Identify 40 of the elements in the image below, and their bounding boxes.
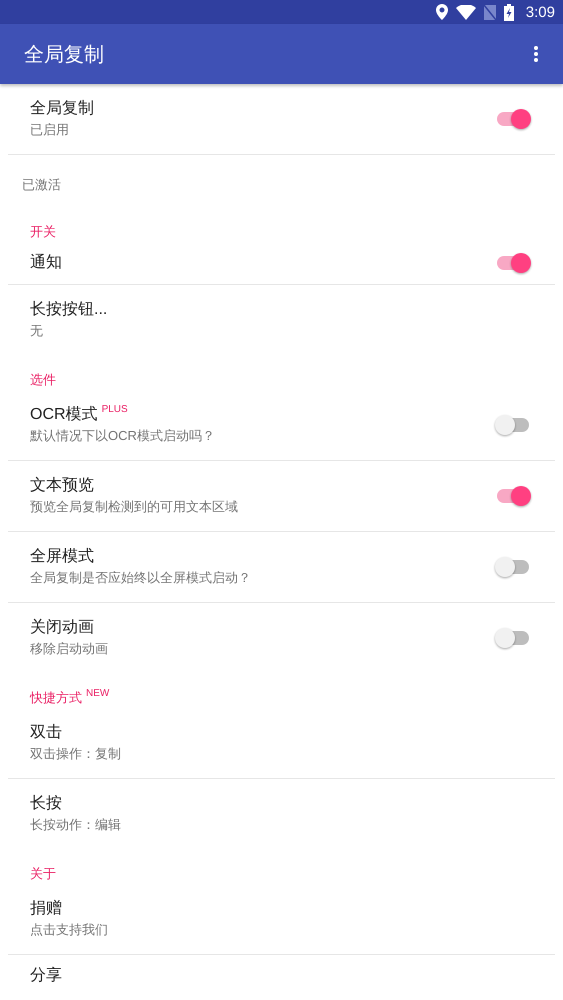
wifi-icon <box>456 4 476 20</box>
toggle-switch[interactable] <box>495 109 531 129</box>
section-header: 选件 <box>30 371 56 389</box>
setting-title: 双击 <box>30 722 62 743</box>
new-label: NEW <box>86 688 110 700</box>
setting-title: 捐赠 <box>30 898 62 919</box>
toggle-switch[interactable] <box>495 486 531 506</box>
battery-charging-icon <box>504 4 514 20</box>
setting-title: 关闭动画 <box>30 618 94 638</box>
setting-title: 长按 <box>30 794 62 814</box>
setting-title: 文本预览 <box>30 476 94 496</box>
toggle-switch[interactable] <box>495 628 531 648</box>
menu-icon[interactable] <box>533 45 539 63</box>
location-icon <box>436 4 448 20</box>
setting-title: 全局复制 <box>30 98 94 119</box>
no-sim-icon <box>484 4 496 20</box>
setting-summary: 点击支持我们 <box>30 921 108 939</box>
section-header: 快捷方式 <box>30 689 82 707</box>
setting-title: 长按按钮... <box>30 300 108 320</box>
setting-title: 分享 <box>30 966 62 986</box>
toggle-switch[interactable] <box>495 415 531 435</box>
status-note: 已激活 <box>21 176 62 194</box>
setting-summary: 已启用 <box>30 121 69 139</box>
section-header: 关于 <box>30 865 56 883</box>
clock-time: 3:09 <box>526 4 555 20</box>
app-title: 全局复制 <box>24 42 104 68</box>
setting-summary: 移除启动动画 <box>30 640 108 658</box>
toggle-switch[interactable] <box>495 557 531 577</box>
setting-title: OCR模式 <box>30 404 98 425</box>
setting-summary: 全局复制是否应始终以全屏模式启动？ <box>30 569 251 587</box>
section-header: 开关 <box>30 223 56 241</box>
setting-summary: 默认情况下以OCR模式启动吗？ <box>30 427 215 445</box>
setting-title: 通知 <box>30 252 62 273</box>
setting-summary: 无 <box>30 322 43 340</box>
toggle-switch[interactable] <box>495 253 531 273</box>
plus-label: PLUS <box>102 404 128 416</box>
setting-title: 全屏模式 <box>30 546 94 567</box>
setting-summary: 双击操作：复制 <box>30 745 121 763</box>
setting-summary: 预览全局复制检测到的可用文本区域 <box>30 498 238 516</box>
setting-summary: 长按动作：编辑 <box>30 816 121 834</box>
